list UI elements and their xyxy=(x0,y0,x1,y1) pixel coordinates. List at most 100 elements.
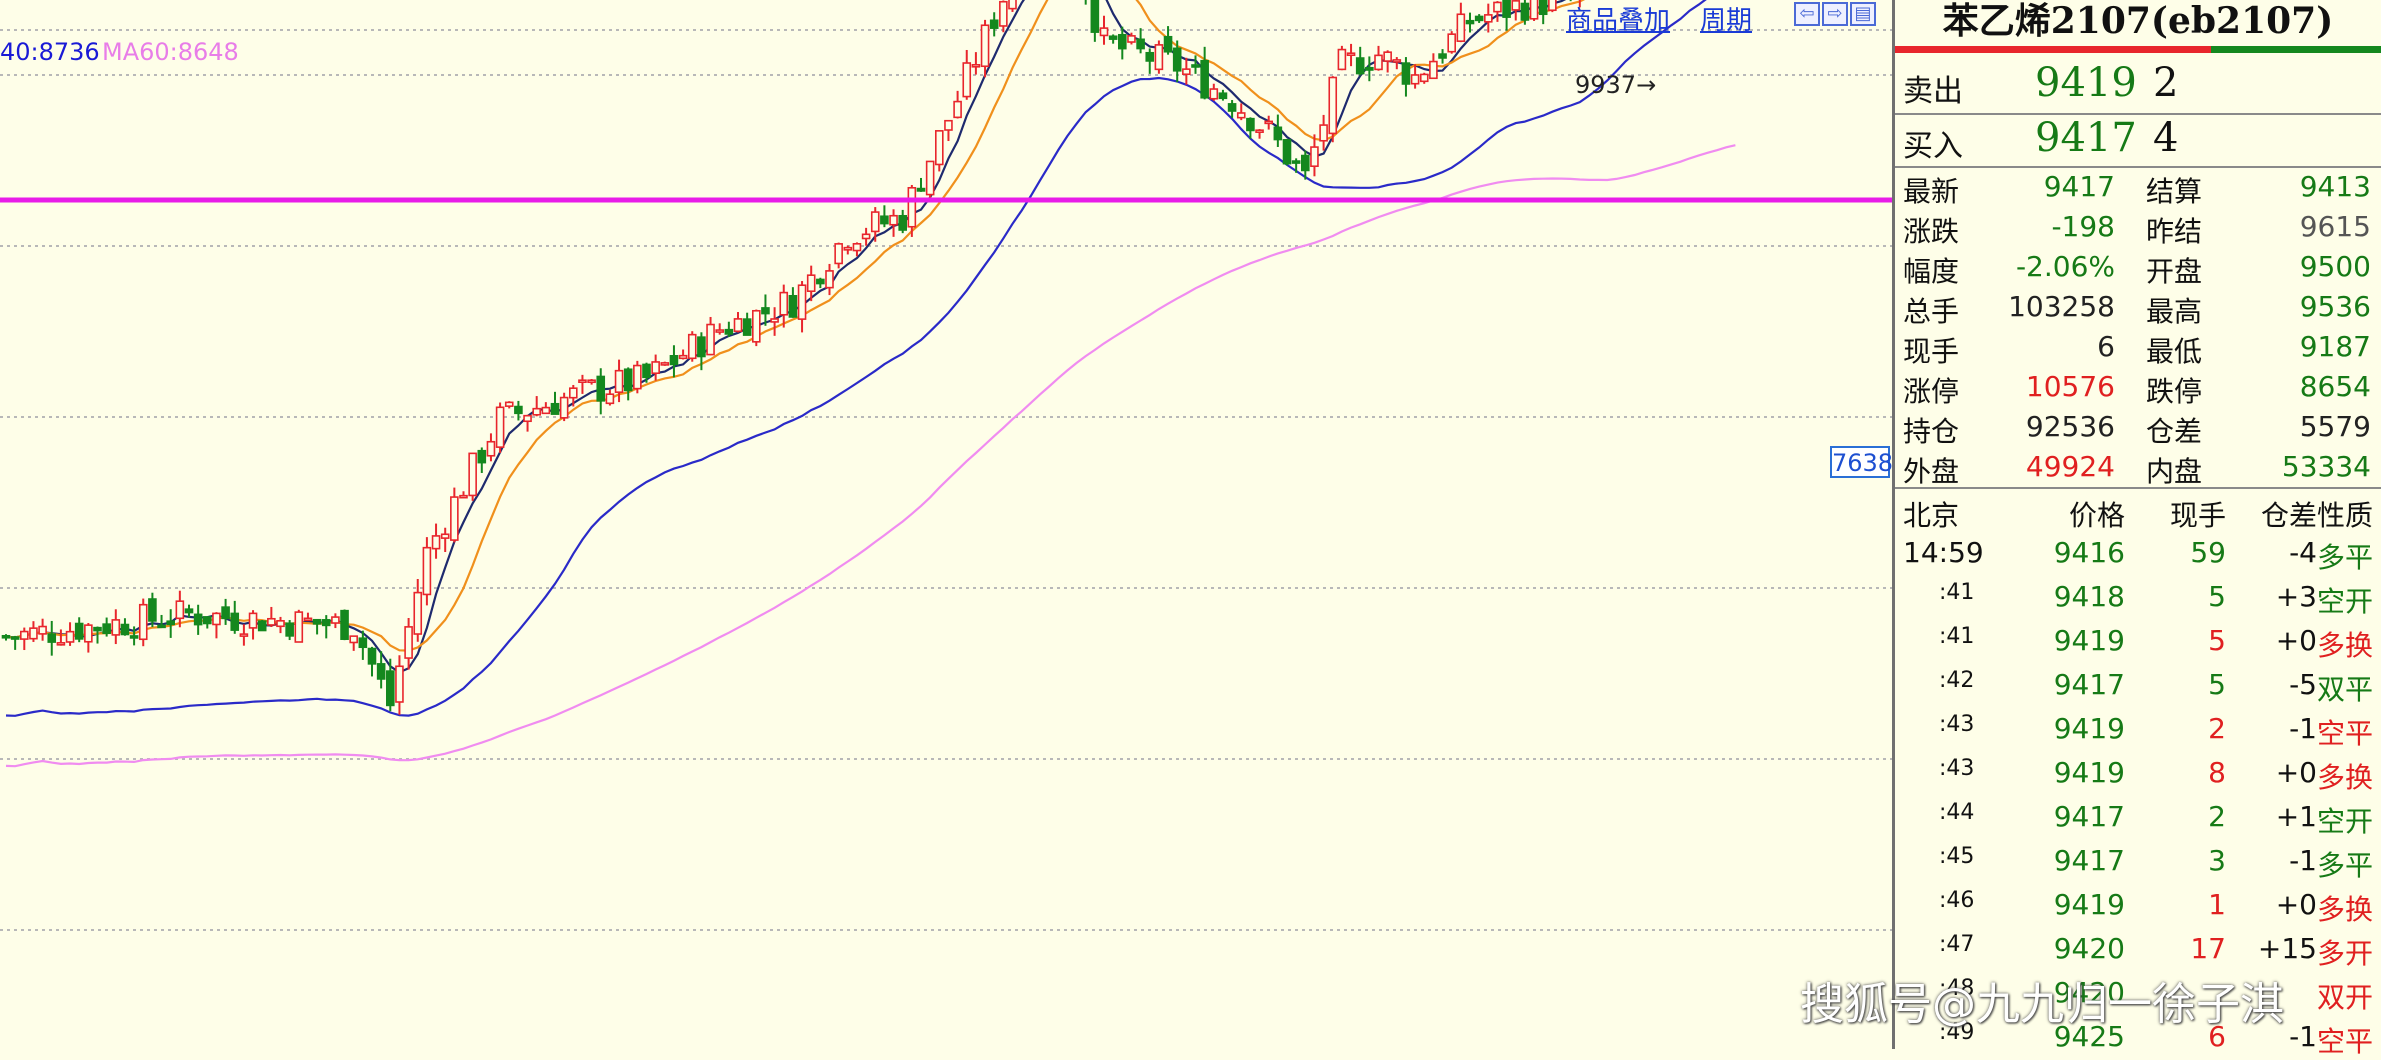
tick-row[interactable]: :44 9417 2 +1 空开 xyxy=(1895,800,2381,840)
field-value: 92536 xyxy=(2025,410,2115,443)
candle-body xyxy=(1118,33,1127,50)
candle-body xyxy=(852,243,862,252)
overlay-link[interactable]: 商品叠加 xyxy=(1566,0,1670,37)
tick-volume: 17 xyxy=(2190,932,2226,965)
candle-body xyxy=(1493,1,1502,13)
tick-price: 9419 xyxy=(2053,888,2125,921)
field-value: 9536 xyxy=(2299,290,2371,323)
candle-body xyxy=(715,329,725,333)
layout-menu-button[interactable]: ▤ xyxy=(1850,2,1876,26)
candle-body xyxy=(1465,19,1475,25)
candle-body xyxy=(203,616,212,625)
candle-body xyxy=(1474,15,1484,22)
bid-ask-ratio-bar-green xyxy=(2211,46,2381,53)
candle-body xyxy=(559,396,569,419)
tick-nature: 空开 xyxy=(2316,585,2373,618)
candle-body xyxy=(788,294,798,318)
tick-volume: 59 xyxy=(2190,536,2226,569)
tick-row[interactable]: :45 9417 3 -1 多平 xyxy=(1895,844,2381,884)
field-value: -2.06% xyxy=(2015,250,2115,283)
candle-body xyxy=(550,402,560,415)
tick-nature: 多平 xyxy=(2316,541,2373,574)
candle-body xyxy=(56,642,66,646)
candle-body xyxy=(385,670,395,707)
scroll-left-button[interactable]: ⇦ xyxy=(1794,2,1820,26)
tick-nature: 多换 xyxy=(2316,893,2373,926)
tick-row[interactable]: :47 9420 17 +15 多开 xyxy=(1895,932,2381,972)
candle-body xyxy=(1127,35,1136,43)
tick-time: :41 xyxy=(1939,624,1975,649)
candle-body xyxy=(468,452,477,497)
candle-body xyxy=(953,100,962,119)
candle-body xyxy=(697,336,706,358)
candle-body xyxy=(925,160,935,196)
ma-indicator-label: 40:8736 xyxy=(0,38,100,66)
candle-body xyxy=(358,637,368,649)
candle-body xyxy=(989,19,999,29)
candle-body xyxy=(944,119,953,131)
tick-oi-change: +0 xyxy=(2275,888,2317,921)
kline-chart-panel[interactable]: 商品叠加 周期 ⇦ ⇨ ▤ 40:8736 MA60:8648 9937→ 76… xyxy=(0,0,1893,1049)
candle-body xyxy=(459,494,468,499)
candle-body xyxy=(19,630,29,640)
candle-body xyxy=(834,243,843,265)
candle-body xyxy=(102,623,111,635)
tick-oi-change: -5 xyxy=(2289,668,2317,701)
tick-time: :41 xyxy=(1939,580,1975,605)
tick-oi-change: +1 xyxy=(2275,800,2317,833)
tick-oi-change: +3 xyxy=(2275,580,2317,613)
field-value: 5579 xyxy=(2299,410,2371,443)
candle-body xyxy=(797,284,807,320)
candle-body xyxy=(1502,0,1511,18)
tick-oi-change: -1 xyxy=(2289,1020,2317,1053)
tick-row[interactable]: :42 9417 5 -5 双平 xyxy=(1895,668,2381,708)
candle-body xyxy=(1548,0,1557,12)
tick-row[interactable]: :43 9419 8 +0 多换 xyxy=(1895,756,2381,796)
candle-body xyxy=(303,617,313,622)
candle-body xyxy=(166,620,175,626)
tick-time: :43 xyxy=(1939,756,1975,781)
candle-body xyxy=(843,246,853,251)
tick-time: 14:59 xyxy=(1903,536,1984,569)
price-axis-tag: 7638 xyxy=(1830,446,1893,478)
candle-body xyxy=(1529,0,1539,20)
candle-body xyxy=(138,603,148,641)
tick-row[interactable]: :41 9418 5 +3 空开 xyxy=(1895,580,2381,620)
field-value: 9417 xyxy=(2043,170,2115,203)
candle-body xyxy=(93,626,102,632)
ticks-header-nature: 性质 xyxy=(2316,499,2373,532)
tick-row[interactable]: :46 9419 1 +0 多换 xyxy=(1895,888,2381,928)
scroll-right-button[interactable]: ⇨ xyxy=(1822,2,1848,26)
tick-row[interactable]: 14:59 9416 59 -4 多平 xyxy=(1895,536,2381,576)
period-link[interactable]: 周期 xyxy=(1700,0,1752,37)
candle-body xyxy=(1218,92,1228,100)
field-value: 9615 xyxy=(2299,210,2371,243)
candle-body xyxy=(1,634,11,639)
ma20-line xyxy=(5,0,1707,717)
tick-time: :43 xyxy=(1939,712,1975,737)
kline-chart[interactable] xyxy=(0,0,1892,1049)
tick-price: 9419 xyxy=(2053,712,2125,745)
tick-oi-change: +15 xyxy=(2257,932,2317,965)
candle-body xyxy=(331,616,340,624)
ma60-indicator-label: MA60:8648 xyxy=(102,38,239,66)
candle-body xyxy=(1246,117,1255,132)
quote-panel: 苯乙烯2107(eb2107) 卖出 9419 2 买入 9417 4 最新 94… xyxy=(1892,0,2381,1058)
tick-row[interactable]: :43 9419 2 -1 空平 xyxy=(1895,712,2381,752)
candle-body xyxy=(1090,0,1100,33)
tick-oi-change: +0 xyxy=(2275,624,2317,657)
contract-title: 苯乙烯2107(eb2107) xyxy=(1942,0,2334,42)
tick-row[interactable]: :41 9419 5 +0 多换 xyxy=(1895,624,2381,664)
candle-body xyxy=(578,379,587,384)
tick-time: :46 xyxy=(1939,888,1975,913)
quote-field-row: 涨跌 -198 昨结 9615 xyxy=(1895,210,2381,248)
candle-body xyxy=(1319,124,1328,142)
candle-body xyxy=(111,619,121,636)
candle-body xyxy=(962,62,972,98)
tick-volume: 3 xyxy=(2208,844,2226,877)
tick-time: :47 xyxy=(1939,932,1975,957)
divider xyxy=(1895,487,2381,489)
candle-body xyxy=(1108,35,1118,40)
field-value: 53334 xyxy=(2281,450,2371,483)
candle-body xyxy=(239,633,249,637)
